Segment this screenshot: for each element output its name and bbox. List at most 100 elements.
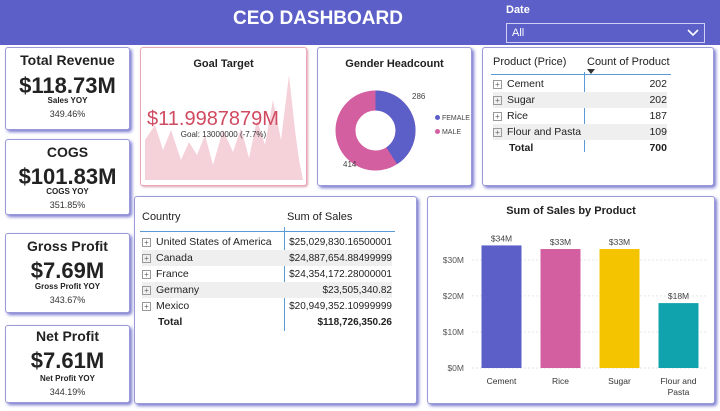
product-table-card[interactable]: Product (Price) Count of Product + Cement… <box>482 47 714 186</box>
x-tick-label: Sugar <box>608 376 631 386</box>
country-table-header-line <box>140 231 395 232</box>
sales-by-product-bar-chart: $0M $10M $20M $30M $34M Cement $33M Rice $33M Sug… <box>443 233 708 397</box>
donut-label-female: 286 <box>412 92 426 101</box>
product-count: 202 <box>649 94 667 106</box>
country-total-value: $118,726,350.26 <box>317 316 392 328</box>
expand-icon[interactable]: + <box>142 237 151 247</box>
product-name: Rice <box>507 110 529 122</box>
x-tick-label: Flour and <box>661 376 697 386</box>
table-cell: + Rice <box>493 108 585 124</box>
kpi-percent: 344.19% <box>49 387 86 397</box>
legend-female-label: FEMALE <box>441 115 470 122</box>
date-filter-label: Date <box>506 4 530 16</box>
country-table-card[interactable]: Country Sum of Sales + United States of A… <box>134 196 417 404</box>
kpi-title: COGS <box>46 144 89 160</box>
table-cell: + Canada <box>142 250 285 266</box>
goal-title: Goal Target <box>193 58 254 70</box>
expand-icon[interactable]: + <box>493 127 502 137</box>
goal-value: $11.9987879M <box>147 108 279 130</box>
country-name: Mexico <box>156 300 190 312</box>
expand-icon[interactable]: + <box>142 285 151 295</box>
table-row[interactable]: + Mexico $20,949,352.10999999 <box>142 298 392 314</box>
expand-icon[interactable]: + <box>493 95 502 105</box>
legend-female-dot <box>435 115 440 120</box>
table-cell: + Sugar <box>493 92 585 108</box>
gender-title: Gender Headcount <box>345 58 444 70</box>
kpi-card-gross-profit[interactable]: Gross Profit $7.69M Gross Profit YOY 343… <box>5 233 130 313</box>
table-cell: + United States of America <box>142 234 285 250</box>
expand-icon[interactable]: + <box>493 111 502 121</box>
kpi-subtitle: Gross Profit YOY <box>34 282 101 291</box>
y-tick-label: $0M <box>447 363 464 373</box>
date-filter-dropdown[interactable]: All <box>506 23 705 43</box>
country-sales: $24,354,172.28000001 <box>289 268 392 280</box>
country-sales: $25,029,830.16500001 <box>289 236 392 248</box>
table-row[interactable]: + Rice 187 <box>493 108 667 124</box>
table-cell: + Flour and Pasta <box>493 124 585 140</box>
table-cell: + France <box>142 266 285 282</box>
data-label: $33M <box>609 237 630 247</box>
gender-headcount-card[interactable]: Gender Headcount 286 414 FEMALE MALE <box>317 47 472 186</box>
country-header-name[interactable]: Country <box>142 211 181 223</box>
x-tick-label: Cement <box>487 376 517 386</box>
legend-male-dot <box>435 129 440 134</box>
kpi-title: Net Profit <box>36 328 99 344</box>
country-total-label: Total <box>158 316 183 328</box>
table-row[interactable]: + Germany $23,505,340.82 <box>142 282 392 298</box>
expand-icon[interactable]: + <box>142 269 151 279</box>
product-total-label: Total <box>509 142 534 154</box>
table-cell: + Cement <box>493 76 585 92</box>
product-table-header-line <box>491 74 671 75</box>
country-name: France <box>156 268 189 280</box>
y-tick-label: $30M <box>443 255 464 265</box>
product-table: + Cement 202 + Sugar 202 + Rice 187 + Flour and… <box>493 76 667 156</box>
expand-icon[interactable]: + <box>142 301 151 311</box>
country-sales: $20,949,352.10999999 <box>289 300 392 312</box>
bar[interactable] <box>481 245 522 368</box>
kpi-value: $7.69M <box>30 258 105 283</box>
expand-icon[interactable]: + <box>142 253 151 263</box>
kpi-card-total-revenue[interactable]: Total Revenue $118.73M Sales YOY 349.46% <box>5 47 130 130</box>
sales-by-product-card[interactable]: Sum of Sales by Product $0M $10M $20M $30M $… <box>427 196 715 404</box>
table-total-row: Total 700 <box>493 140 667 156</box>
data-label: $18M <box>668 291 689 301</box>
y-tick-label: $10M <box>443 327 464 337</box>
product-header-name[interactable]: Product (Price) <box>493 56 566 68</box>
table-cell: + Germany <box>142 282 285 298</box>
product-count: 187 <box>649 110 667 122</box>
kpi-percent: 343.67% <box>49 295 86 305</box>
table-row[interactable]: + Cement 202 <box>493 76 667 92</box>
kpi-title: Gross Profit <box>27 238 108 254</box>
legend-female: FEMALE <box>435 115 470 122</box>
table-row[interactable]: + Sugar 202 <box>493 92 667 108</box>
bar[interactable] <box>658 303 699 368</box>
product-count: 109 <box>649 126 667 138</box>
country-header-sales[interactable]: Sum of Sales <box>287 211 352 223</box>
data-label: $34M <box>491 233 512 243</box>
bar[interactable] <box>540 249 581 368</box>
product-header-count[interactable]: Count of Product <box>587 56 670 68</box>
legend-male-label: MALE <box>441 129 462 136</box>
table-row[interactable]: + France $24,354,172.28000001 <box>142 266 392 282</box>
kpi-percent: 349.46% <box>49 109 86 119</box>
table-row[interactable]: + United States of America $25,029,830.165… <box>142 234 392 250</box>
table-row[interactable]: + Canada $24,887,654.88499999 <box>142 250 392 266</box>
goal-subtext: Goal: 13000000 (-7.7%) <box>180 130 267 139</box>
kpi-subtitle: Sales YOY <box>47 96 88 105</box>
goal-target-card[interactable]: Goal Target $11.9987879M Goal: 13000000 … <box>140 47 307 186</box>
sort-descending-icon[interactable] <box>587 69 595 74</box>
kpi-title: Total Revenue <box>20 52 115 68</box>
y-tick-label: $20M <box>443 291 464 301</box>
kpi-value: $7.61M <box>30 348 105 373</box>
country-name: Germany <box>156 284 200 296</box>
table-total-row: Total $118,726,350.26 <box>142 314 392 330</box>
kpi-card-cogs[interactable]: COGS $101.83M COGS YOY 351.85% <box>5 139 130 215</box>
bar[interactable] <box>599 249 640 368</box>
legend-male: MALE <box>435 129 461 136</box>
kpi-percent: 351.85% <box>49 200 86 210</box>
kpi-card-net-profit[interactable]: Net Profit $7.61M Net Profit YOY 344.19% <box>5 325 130 403</box>
table-cell: + Mexico <box>142 298 285 314</box>
product-name: Sugar <box>507 94 536 106</box>
table-row[interactable]: + Flour and Pasta 109 <box>493 124 667 140</box>
expand-icon[interactable]: + <box>493 79 502 89</box>
